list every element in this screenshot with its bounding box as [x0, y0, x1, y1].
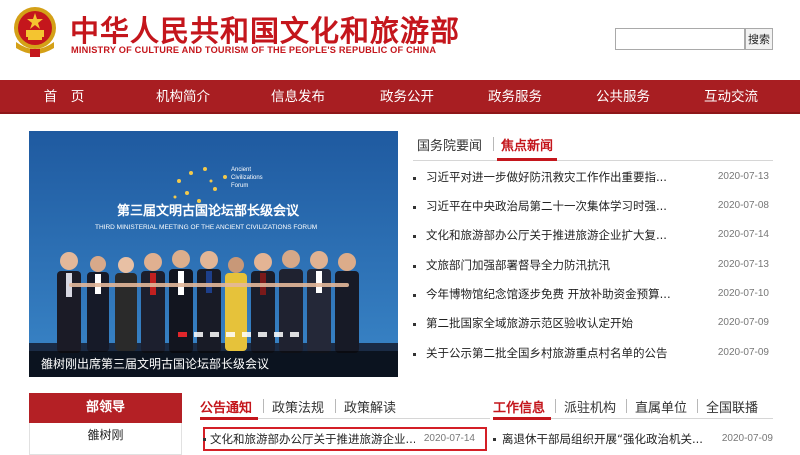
active-tab-underline: [493, 417, 551, 420]
nav-item-services[interactable]: 政务服务: [482, 80, 548, 114]
nav-item-interaction[interactable]: 互动交流: [698, 80, 764, 114]
leaders-heading: 部领导: [29, 393, 182, 423]
tab-divider: [555, 399, 556, 413]
news-list-item[interactable]: 今年博物馆纪念馆逐步免费 开放补助资金预算... 2020-07-10: [413, 282, 773, 308]
slider-dot[interactable]: [210, 332, 219, 337]
slider-dot[interactable]: [178, 332, 187, 337]
bullet-icon: [413, 177, 416, 180]
news-list-item[interactable]: 第二批国家全域旅游示范区验收认定开始 2020-07-09: [413, 311, 773, 337]
news-date: 2020-07-13: [717, 259, 769, 270]
tab-national-network[interactable]: 全国联播: [706, 397, 758, 416]
tab-work-info[interactable]: 工作信息: [493, 397, 545, 416]
news-list-item[interactable]: 习近平在中央政治局第二十一次集体学习时强... 2020-07-08: [413, 194, 773, 220]
tab-policy-interpretation[interactable]: 政策解读: [344, 397, 396, 416]
photo-slider[interactable]: Ancient Civilizations Forum 第三届文明古国论坛部长级…: [29, 131, 398, 377]
slider-dot[interactable]: [242, 332, 251, 337]
site-title-en: MINISTRY OF CULTURE AND TOURISM OF THE P…: [71, 45, 437, 55]
news-title[interactable]: 习近平对进一步做好防汛救灾工作作出重要指...: [426, 169, 681, 185]
news-title[interactable]: 第二批国家全域旅游示范区验收认定开始: [426, 315, 681, 331]
leaders-panel: 部领导 雒树刚: [29, 393, 182, 455]
tab-divider: [626, 399, 627, 413]
work-info-tabs: 工作信息 派驻机构 直属单位 全国联播: [493, 395, 773, 419]
news-tabs: 国务院要闻 焦点新闻: [413, 131, 773, 161]
nav-item-home[interactable]: 首 页: [34, 80, 94, 114]
work-info-title[interactable]: 离退休干部局组织开展“强化政治机关...: [502, 431, 707, 447]
active-tab-underline: [497, 158, 557, 161]
bullet-icon: [413, 235, 416, 238]
svg-text:Forum: Forum: [231, 183, 248, 189]
national-emblem-icon[interactable]: [10, 4, 60, 58]
news-date: 2020-07-09: [717, 317, 769, 328]
tab-policies[interactable]: 政策法规: [272, 397, 324, 416]
bullet-icon: [413, 206, 416, 209]
bullet-icon: [203, 438, 206, 441]
nav-item-public-affairs[interactable]: 政务公开: [374, 80, 440, 114]
notice-list-item[interactable]: 文化和旅游部办公厅关于推进旅游企业... 2020-07-14: [203, 427, 487, 451]
news-title[interactable]: 今年博物馆纪念馆逐步免费 开放补助资金预算...: [426, 286, 681, 302]
slider-dot[interactable]: [258, 332, 267, 337]
svg-text:THIRD MINISTERIAL MEETING OF T: THIRD MINISTERIAL MEETING OF THE ANCIENT…: [95, 224, 317, 231]
news-date: 2020-07-09: [717, 347, 769, 358]
slider-dot[interactable]: [226, 332, 235, 337]
news-date: 2020-07-13: [717, 171, 769, 182]
site-header: 中华人民共和国文化和旅游部 MINISTRY OF CULTURE AND TO…: [0, 0, 800, 80]
work-info-list-item[interactable]: 离退休干部局组织开展“强化政治机关... 2020-07-09: [493, 427, 773, 451]
news-title[interactable]: 关于公示第二批全国乡村旅游重点村名单的公告: [426, 345, 681, 361]
svg-text:Civilizations: Civilizations: [231, 175, 263, 181]
tab-divider: [263, 399, 264, 413]
slider-dot[interactable]: [274, 332, 283, 337]
news-date: 2020-07-08: [717, 200, 769, 211]
tab-divider: [335, 399, 336, 413]
notice-date: 2020-07-14: [423, 433, 475, 444]
nav-item-public-services[interactable]: 公共服务: [590, 80, 656, 114]
tab-affiliated-units[interactable]: 直属单位: [635, 397, 687, 416]
news-date: 2020-07-10: [717, 288, 769, 299]
leader-link[interactable]: 雒树刚: [29, 423, 182, 455]
site-title-cn: 中华人民共和国文化和旅游部: [70, 14, 461, 48]
news-list-item[interactable]: 习近平对进一步做好防汛救灾工作作出重要指... 2020-07-13: [413, 165, 773, 191]
active-tab-underline: [200, 417, 258, 420]
slider-dot[interactable]: [194, 332, 203, 337]
tab-divider: [493, 137, 494, 151]
news-list-item[interactable]: 关于公示第二批全国乡村旅游重点村名单的公告 2020-07-09: [413, 341, 773, 367]
tab-focus-news[interactable]: 焦点新闻: [501, 135, 553, 154]
notice-title[interactable]: 文化和旅游部办公厅关于推进旅游企业...: [210, 431, 415, 447]
news-list-item[interactable]: 文旅部门加强部署督导全力防汛抗汛 2020-07-13: [413, 253, 773, 279]
nav-item-about[interactable]: 机构简介: [150, 80, 216, 114]
bullet-icon: [413, 353, 416, 356]
notice-tabs: 公告通知 政策法规 政策解读: [200, 395, 490, 419]
main-nav: 首 页 机构简介 信息发布 政务公开 政务服务 公共服务 互动交流: [0, 80, 800, 114]
work-info-date: 2020-07-09: [721, 433, 773, 444]
slider-photo: Ancient Civilizations Forum 第三届文明古国论坛部长级…: [29, 131, 398, 377]
svg-text:Ancient: Ancient: [231, 167, 251, 173]
slider-caption[interactable]: 雒树刚出席第三届文明古国论坛部长级会议: [41, 355, 269, 372]
tab-announcements[interactable]: 公告通知: [200, 397, 252, 416]
bullet-icon: [413, 265, 416, 268]
slider-dot[interactable]: [290, 332, 299, 337]
news-title[interactable]: 文旅部门加强部署督导全力防汛抗汛: [426, 257, 681, 273]
nav-item-news[interactable]: 信息发布: [265, 80, 331, 114]
news-title[interactable]: 文化和旅游部办公厅关于推进旅游企业扩大复...: [426, 227, 681, 243]
search-input[interactable]: [615, 28, 745, 50]
news-date: 2020-07-14: [717, 229, 769, 240]
bullet-icon: [413, 294, 416, 297]
tab-state-council-news[interactable]: 国务院要闻: [417, 135, 482, 154]
news-title[interactable]: 习近平在中央政治局第二十一次集体学习时强...: [426, 198, 681, 214]
svg-text:第三届文明古国论坛部长级会议: 第三届文明古国论坛部长级会议: [117, 203, 300, 219]
bullet-icon: [413, 323, 416, 326]
bullet-icon: [493, 438, 496, 441]
tab-divider: [697, 399, 698, 413]
search-button[interactable]: 搜索: [745, 28, 773, 50]
slider-dots: [178, 332, 318, 340]
news-list-item[interactable]: 文化和旅游部办公厅关于推进旅游企业扩大复... 2020-07-14: [413, 223, 773, 249]
tab-dispatched-agencies[interactable]: 派驻机构: [564, 397, 616, 416]
page-root: 中华人民共和国文化和旅游部 MINISTRY OF CULTURE AND TO…: [0, 0, 800, 455]
